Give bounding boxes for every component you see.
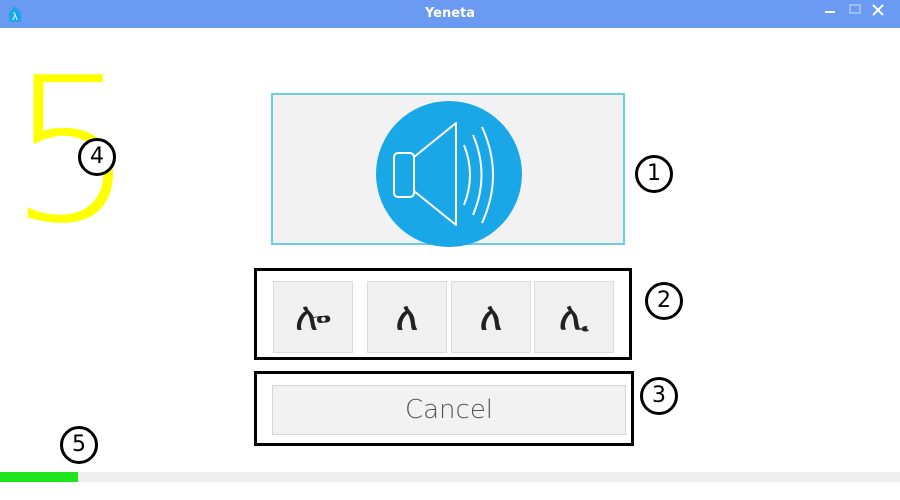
countdown-number: 5	[8, 35, 136, 268]
sound-panel	[271, 93, 625, 247]
callout-2: 2	[645, 282, 683, 320]
callout-5: 5	[60, 426, 98, 464]
choice-button-4[interactable]: ሊ	[534, 281, 614, 353]
close-button[interactable]	[866, 0, 890, 22]
callout-3: 3	[640, 377, 678, 415]
choice-button-2[interactable]: ለ	[367, 281, 447, 353]
callout-4: 4	[78, 138, 116, 176]
choice-button-3[interactable]: ለ	[451, 281, 531, 353]
callout-1: 1	[635, 155, 673, 193]
choice-button-1[interactable]: ሎ	[273, 281, 353, 353]
progress-bar	[0, 472, 900, 482]
progress-fill	[0, 472, 79, 482]
choices-group: ሎ ለ ለ ሊ	[254, 268, 632, 360]
speaker-icon[interactable]	[376, 101, 522, 247]
cancel-button[interactable]: Cancel	[272, 385, 626, 435]
minimize-button[interactable]	[818, 0, 842, 22]
cancel-group: Cancel	[254, 371, 634, 446]
maximize-button[interactable]	[843, 0, 867, 22]
title-bar[interactable]: λ Yeneta	[0, 0, 900, 28]
window-title: Yeneta	[424, 6, 476, 21]
